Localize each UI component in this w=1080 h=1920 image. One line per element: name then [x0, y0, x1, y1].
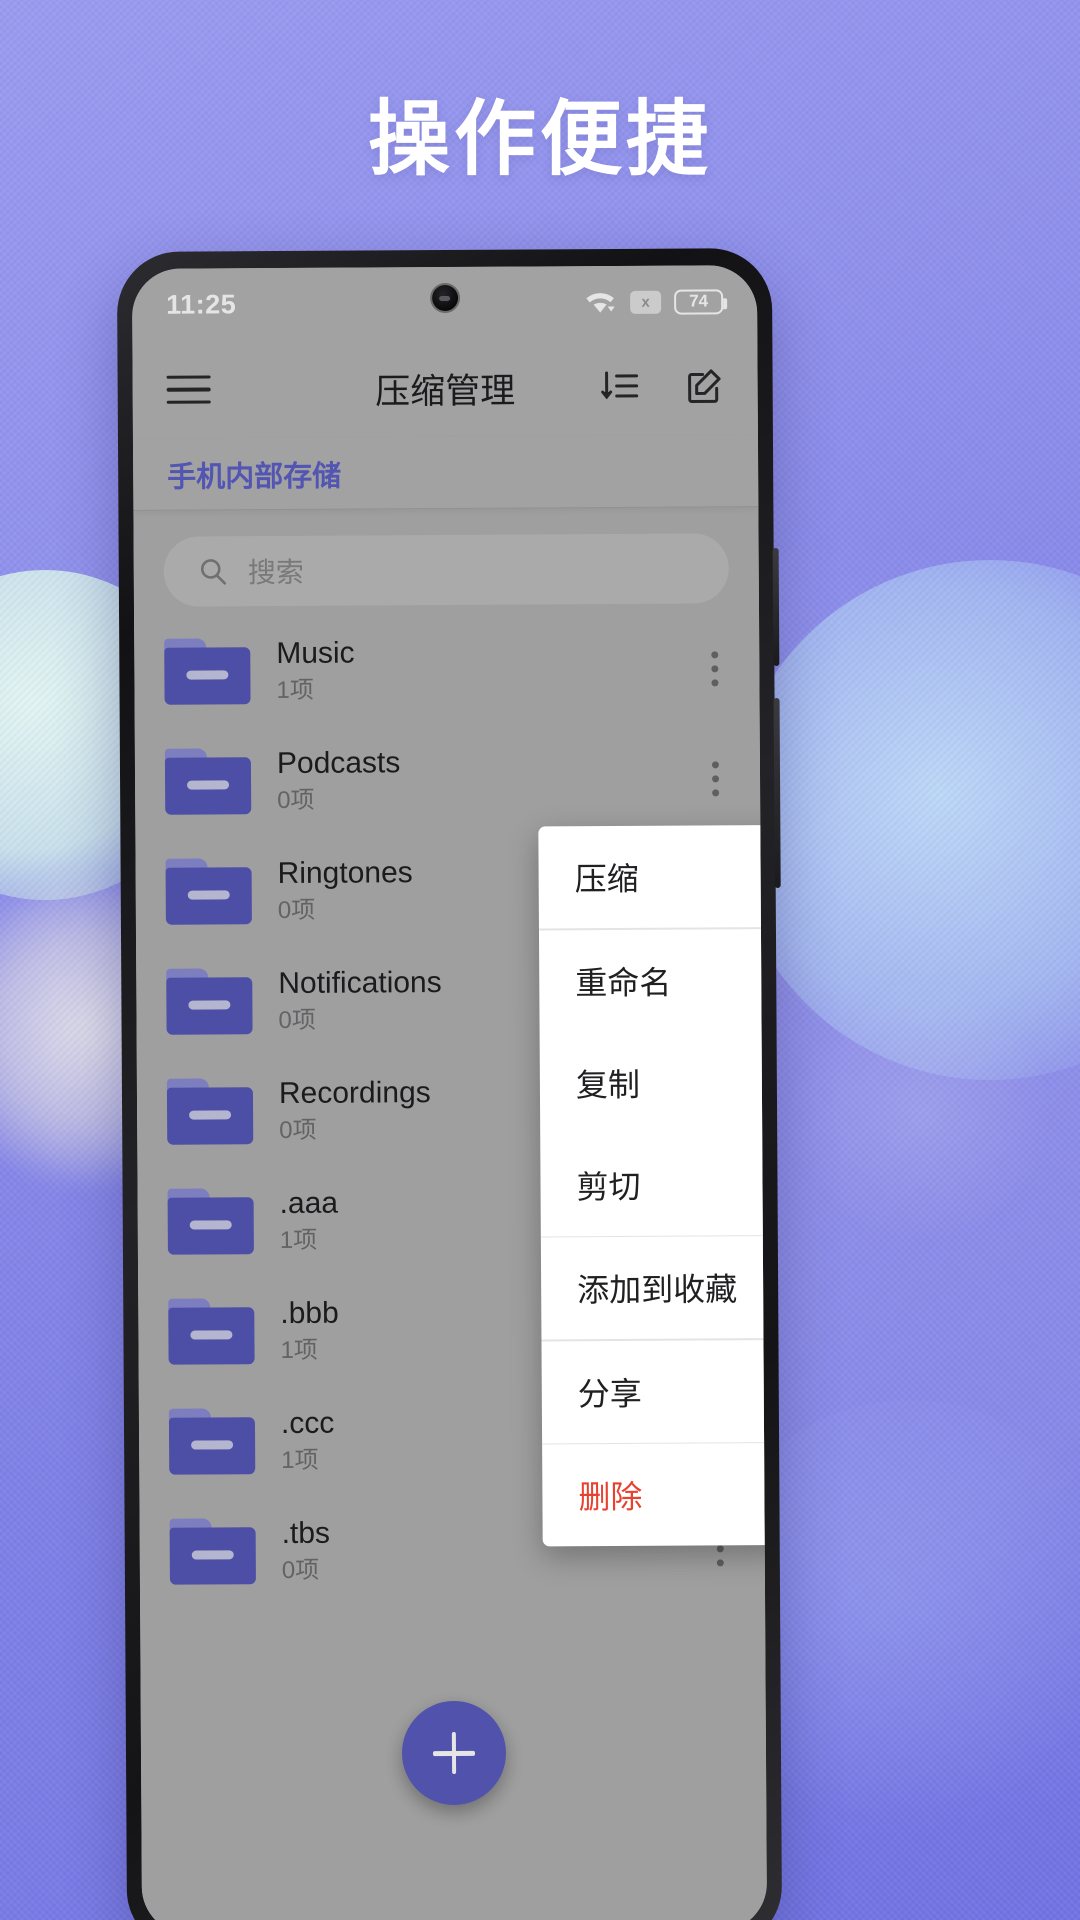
promo-headline: 操作便捷 — [367, 94, 712, 185]
edit-compose-icon[interactable] — [686, 367, 724, 405]
decorative-blob-white — [790, 980, 1050, 1240]
context-menu-item[interactable]: 重命名 — [539, 928, 767, 1031]
hamburger-menu-icon[interactable] — [166, 366, 211, 413]
file-item-count: 0项 — [277, 786, 315, 814]
folder-icon — [164, 748, 252, 815]
file-name: Music — [276, 636, 355, 671]
battery-indicator: 74 — [674, 288, 724, 315]
context-menu-item[interactable]: 复制 — [540, 1030, 767, 1133]
context-menu-item[interactable]: 压缩 — [538, 825, 767, 928]
app-bar-actions — [600, 367, 724, 406]
phone-device-frame: 11:25 x 74 压缩管理 手机内部存储 搜索 Music 1项 Podca… — [116, 248, 783, 1920]
status-bar: 11:25 x 74 — [131, 265, 758, 341]
folder-icon — [166, 968, 253, 1035]
folder-icon — [165, 858, 252, 925]
status-clock: 11:25 — [166, 288, 237, 320]
file-meta: Music 1项 — [276, 634, 711, 706]
no-sim-badge: x — [630, 290, 662, 314]
file-meta: Podcasts 0项 — [277, 744, 712, 816]
file-list-item[interactable]: Music 1项 — [134, 613, 760, 727]
file-item-count: 0项 — [281, 1556, 320, 1584]
context-menu-item[interactable]: 剪切 — [540, 1132, 767, 1235]
folder-icon — [164, 638, 251, 705]
breadcrumb-bar: 手机内部存储 — [132, 435, 759, 511]
file-item-count: 1项 — [276, 676, 314, 704]
overflow-menu-icon[interactable] — [711, 644, 721, 693]
app-bar: 压缩管理 — [132, 337, 758, 439]
overflow-menu-icon[interactable] — [711, 754, 722, 803]
decorative-blob-skyblue — [730, 560, 1080, 1080]
folder-icon — [168, 1408, 256, 1475]
plus-icon — [432, 1732, 474, 1774]
status-icons: x 74 — [583, 288, 724, 315]
file-name: Podcasts — [276, 746, 401, 781]
context-menu-item[interactable]: 添加到收藏 — [541, 1236, 767, 1339]
phone-screen: 11:25 x 74 压缩管理 手机内部存储 搜索 Music 1项 Podca… — [131, 265, 768, 1920]
context-menu-item[interactable]: 删除 — [542, 1443, 767, 1546]
folder-icon — [167, 1188, 254, 1255]
volume-button[interactable] — [772, 547, 780, 667]
folder-icon — [166, 1078, 254, 1145]
breadcrumb[interactable]: 手机内部存储 — [167, 452, 341, 495]
search-placeholder: 搜索 — [247, 556, 304, 589]
front-camera-punchhole — [431, 284, 458, 312]
sort-list-icon[interactable] — [600, 369, 640, 405]
folder-icon — [168, 1298, 255, 1365]
add-button-fab[interactable] — [401, 1700, 506, 1806]
wifi-icon — [586, 293, 615, 313]
folder-icon — [169, 1518, 256, 1585]
power-button[interactable] — [773, 697, 781, 889]
search-input[interactable]: 搜索 — [163, 533, 729, 607]
search-icon — [200, 559, 227, 585]
context-menu[interactable]: 压缩 重命名 复制 剪切 添加到收藏 分享 删除 — [538, 824, 768, 1547]
context-menu-item[interactable]: 分享 — [541, 1339, 767, 1442]
file-list-item[interactable]: Podcasts 0项 — [135, 723, 761, 837]
